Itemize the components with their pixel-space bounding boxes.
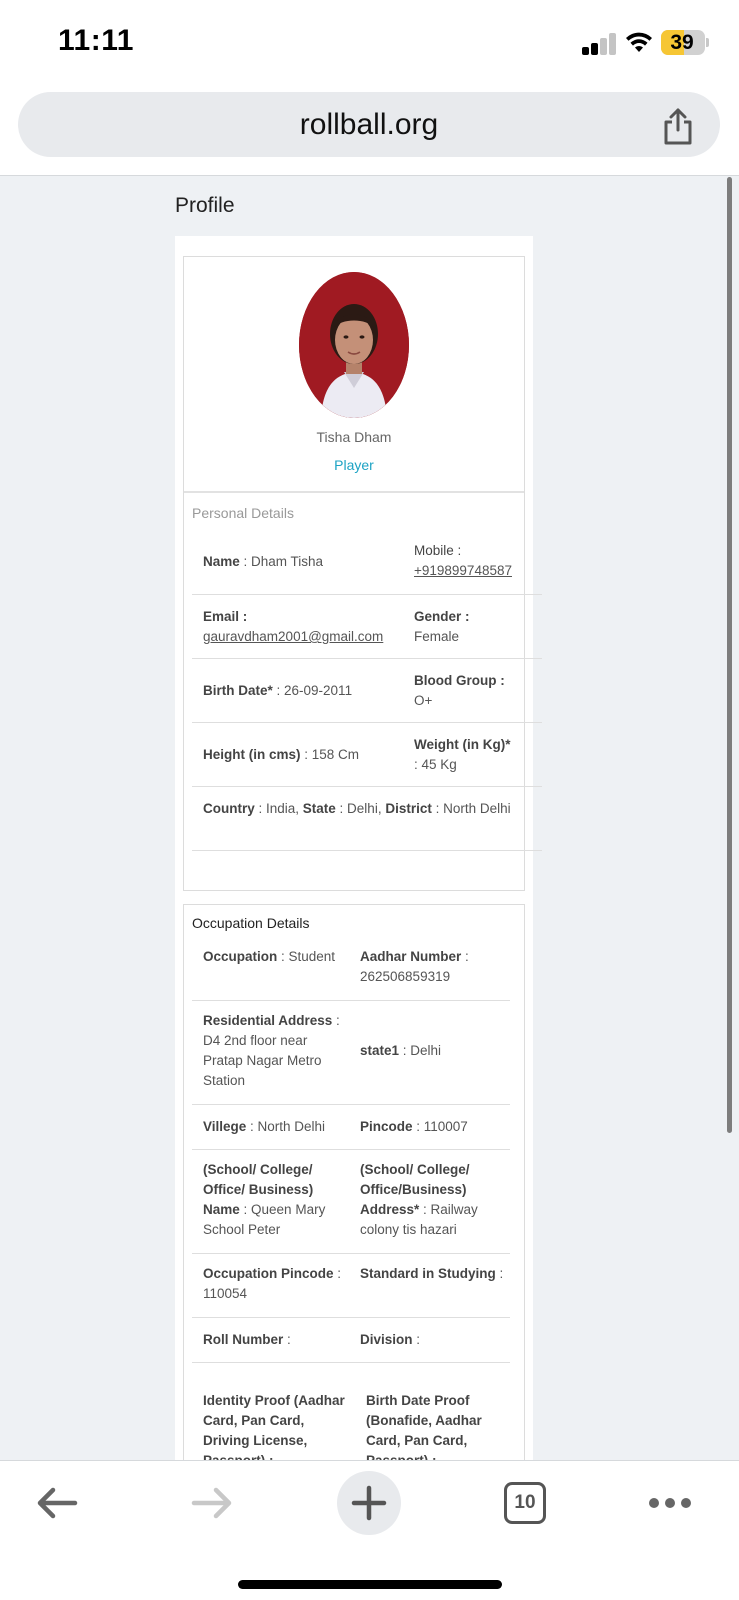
detail-row-name: Name : Dham Tisha Mobile : +919899748587 xyxy=(192,529,542,595)
name-field: Name : Dham Tisha xyxy=(203,554,324,569)
roll-number-field: Roll Number : xyxy=(203,1332,291,1347)
residential-address-field: Residential Address : D4 2nd floor near … xyxy=(203,1013,340,1088)
url-text: rollball.org xyxy=(299,108,439,141)
detail-row-birth: Birth Date* : 26-09-2011 Blood Group : O+ xyxy=(192,659,542,723)
occupation-field: Occupation : Student xyxy=(203,949,336,964)
detail-row-email: Email : gauravdham2001@gmail.com Gender :… xyxy=(192,595,542,659)
division-field: Division : xyxy=(360,1332,421,1347)
battery-level: 39 xyxy=(670,31,694,54)
more-dots-icon xyxy=(649,1498,691,1508)
blood-group-field: Blood Group : O+ xyxy=(414,673,505,708)
email-field: Email : gauravdham2001@gmail.com xyxy=(203,609,384,644)
occ-row-village: Villege : North Delhi Pincode : 110007 xyxy=(192,1105,510,1150)
pincode-field: Pincode : 110007 xyxy=(360,1119,468,1134)
school-name-field: (School/ College/ Office/ Business) Name… xyxy=(203,1162,326,1237)
address-bar[interactable]: rollball.org xyxy=(18,92,720,157)
standard-field: Standard in Studying : xyxy=(360,1266,504,1281)
village-field: Villege : North Delhi xyxy=(203,1119,326,1134)
occupation-box: Occupation Details Occupation : Student … xyxy=(183,904,525,1460)
profile-role: Player xyxy=(334,457,374,473)
more-menu-button[interactable] xyxy=(638,1471,702,1535)
state1-field: state1 : Delhi xyxy=(360,1043,442,1058)
profile-box: Tisha Dham Player Personal Details Name … xyxy=(183,256,542,891)
plus-icon xyxy=(351,1485,387,1521)
profile-card: Tisha Dham Player Personal Details Name … xyxy=(175,236,542,1460)
gender-field: Gender : Female xyxy=(414,609,470,644)
birth-date-proof-field: Birth Date Proof (Bonafide, Aadhar Card,… xyxy=(366,1393,482,1460)
cellular-signal-icon xyxy=(582,33,616,55)
status-bar: 11:11 39 xyxy=(0,0,739,88)
page-scrollbar[interactable] xyxy=(727,177,732,1133)
new-tab-button[interactable] xyxy=(337,1471,401,1535)
status-time: 11:11 xyxy=(58,24,134,57)
occ-row-address: Residential Address : D4 2nd floor near … xyxy=(192,1001,510,1105)
birth-date-field: Birth Date* : 26-09-2011 xyxy=(203,683,353,698)
occ-row-occupation-pincode: Occupation Pincode : 110054 Standard in … xyxy=(192,1254,510,1318)
tab-switcher-button[interactable]: 10 xyxy=(493,1471,557,1535)
profile-name: Tisha Dham xyxy=(316,429,392,445)
arrow-right-icon xyxy=(191,1487,232,1519)
divider xyxy=(184,491,524,493)
tab-count-icon: 10 xyxy=(504,1482,546,1524)
mobile-link[interactable]: +919899748587 xyxy=(414,563,512,578)
occupation-pincode-field: Occupation Pincode : 110054 xyxy=(203,1266,342,1301)
battery-icon: 39 xyxy=(661,30,705,55)
identity-proof-field: Identity Proof (Aadhar Card, Pan Card, D… xyxy=(203,1393,345,1460)
detail-row-location: Country : India, State : Delhi, District… xyxy=(192,787,542,851)
detail-row-height: Height (in cms) : 158 Cm Weight (in Kg)*… xyxy=(192,723,542,787)
share-icon[interactable] xyxy=(660,106,696,146)
email-link[interactable]: gauravdham2001@gmail.com xyxy=(203,629,383,644)
personal-details-title: Personal Details xyxy=(192,505,294,521)
location-field: Country : India, State : Delhi, District… xyxy=(203,801,511,816)
wifi-icon xyxy=(626,32,652,52)
page-content: Profile Tisha Dham Player Personal Detai… xyxy=(0,175,739,1460)
weight-field: Weight (in Kg)*: 45 Kg xyxy=(414,737,511,772)
occ-row-school: (School/ College/ Office/ Business) Name… xyxy=(192,1150,510,1254)
home-indicator[interactable] xyxy=(238,1580,502,1589)
avatar xyxy=(299,272,409,418)
school-address-field: (School/ College/ Office/Business) Addre… xyxy=(360,1162,478,1237)
occupation-details-title: Occupation Details xyxy=(192,915,310,931)
page-title: Profile xyxy=(175,194,235,217)
occ-row-roll: Roll Number : Division : xyxy=(192,1318,510,1363)
mobile-field: Mobile : +919899748587 xyxy=(414,543,512,578)
browser-toolbar: 10 xyxy=(0,1460,739,1600)
occ-row-occupation: Occupation : Student Aadhar Number : 262… xyxy=(192,937,510,1001)
height-field: Height (in cms) : 158 Cm xyxy=(203,747,360,762)
aadhar-field: Aadhar Number : 262506859319 xyxy=(360,949,469,984)
back-button[interactable] xyxy=(25,1471,89,1535)
arrow-left-icon xyxy=(37,1487,78,1519)
forward-button[interactable] xyxy=(180,1471,244,1535)
